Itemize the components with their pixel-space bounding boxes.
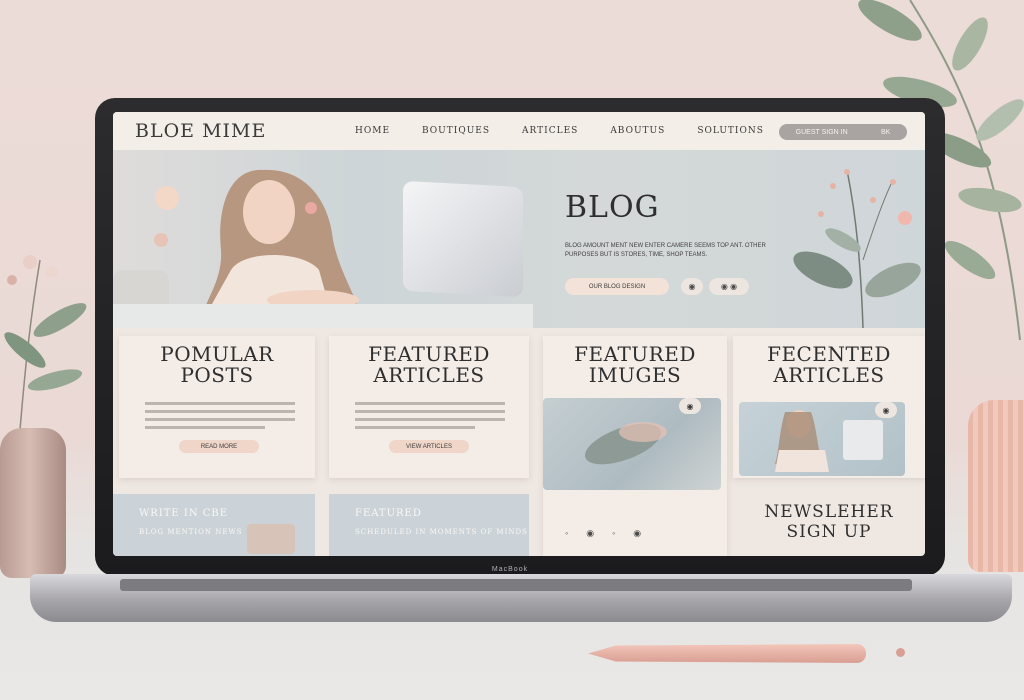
write-in-title: WRITE IN CBE [139, 508, 229, 519]
featured-images-card[interactable]: FEATURED IMUGES ◉ [543, 336, 727, 556]
nav-item-about[interactable]: ABOUTUS [610, 126, 665, 136]
hero-section: BLOG BLOG AMOUNT MENT NEW ENTER CAMERE S… [113, 150, 925, 328]
write-in-thumbnail [247, 524, 295, 554]
hero-plant-illustration [793, 169, 921, 328]
newsletter-title-line1: NEWSLEHER [764, 502, 894, 522]
hero-title: BLOG [565, 190, 660, 225]
featured-images-badge[interactable]: ◉ [679, 398, 701, 414]
pager-dot-3[interactable]: ◦ [612, 528, 615, 539]
carousel-pager: ◦ ◉ ◦ ◉ [565, 528, 641, 539]
featured-articles-text-lines [355, 402, 505, 434]
recent-articles-badge[interactable]: ◉ [875, 402, 897, 418]
popular-posts-title-line1: POMULAR [160, 342, 274, 366]
featured-images-title-line1: FEATURED [574, 342, 696, 366]
laptop-screen: BLOE MIME HOME BOUTIQUES ARTICLES ABOUTU… [113, 112, 925, 556]
account-label[interactable]: BK [881, 129, 890, 136]
write-in-card[interactable]: WRITE IN CBE BLOG MENTION NEWS [113, 494, 315, 556]
featured-articles-title-line1: FEATURED [368, 342, 490, 366]
featured-bottom-subtitle: SCHEDULED IN MOMENTS OF MINDS [355, 528, 528, 536]
newsletter-signup[interactable]: NEWSLEHER SIGN UP [739, 502, 919, 542]
sign-in-pill[interactable]: GUEST SIGN IN BK [779, 124, 907, 140]
pencil-decoration [588, 644, 866, 663]
pager-dot-4[interactable]: ◉ [633, 528, 641, 539]
nav-item-boutiques[interactable]: BOUTIQUES [422, 126, 490, 136]
featured-images-title-line2: IMUGES [588, 363, 682, 387]
pager-dot-1[interactable]: ◦ [565, 528, 568, 539]
popular-posts-card[interactable]: POMULAR POSTS READ MORE [119, 336, 315, 478]
recent-articles-title-line2: ARTICLES [773, 363, 885, 387]
pink-dot-decoration [896, 648, 905, 657]
popular-posts-title-line2: POSTS [180, 363, 254, 387]
site-logo[interactable]: BLOE MIME [135, 120, 355, 142]
featured-bottom-title: FEATURED [355, 508, 422, 519]
right-vase [968, 400, 1024, 572]
recent-articles-card[interactable]: FECENTED ARTICLES ◉ [733, 336, 925, 478]
nav-item-home[interactable]: HOME [355, 126, 390, 136]
nav-menu: HOME BOUTIQUES ARTICLES ABOUTUS SOLUTION… [355, 126, 796, 136]
popular-posts-button[interactable]: READ MORE [179, 440, 259, 453]
newsletter-title-line2: SIGN UP [786, 522, 872, 542]
hero-circle-icon[interactable]: ◉ [681, 278, 703, 295]
featured-articles-title-line2: ARTICLES [373, 363, 485, 387]
featured-bottom-card[interactable]: FEATURED SCHEDULED IN MOMENTS OF MINDS [329, 494, 529, 556]
nav-item-solutions[interactable]: SOLUTIONS [697, 126, 764, 136]
featured-articles-button[interactable]: VIEW ARTICLES [389, 440, 469, 453]
hero-description: BLOG AMOUNT MENT NEW ENTER CAMERE SEEMS … [565, 243, 766, 258]
left-vase [0, 428, 66, 578]
popular-posts-text-lines [145, 402, 295, 434]
recent-articles-title-line1: FECENTED [767, 342, 891, 366]
nav-item-articles[interactable]: ARTICLES [522, 126, 578, 136]
hero-cta-button[interactable]: OUR BLOG DESIGN [565, 278, 669, 295]
scene: MacBook BLOE MIME HOME BOUTIQUES ARTICLE… [0, 0, 1024, 700]
top-navigation: BLOE MIME HOME BOUTIQUES ARTICLES ABOUTU… [113, 112, 925, 150]
write-in-subtitle: BLOG MENTION NEWS [139, 528, 243, 536]
pager-dot-2[interactable]: ◉ [586, 528, 594, 539]
hero-toggle-icon[interactable]: ◉ ◉ [709, 278, 749, 295]
sign-in-label[interactable]: GUEST SIGN IN [796, 129, 848, 136]
hero-desk [113, 304, 533, 328]
hero-laptop-illustration [403, 180, 523, 298]
laptop-brand-label: MacBook [491, 566, 529, 573]
featured-articles-card[interactable]: FEATURED ARTICLES VIEW ARTICLES [329, 336, 529, 478]
laptop-keyboard-edge [120, 579, 912, 591]
